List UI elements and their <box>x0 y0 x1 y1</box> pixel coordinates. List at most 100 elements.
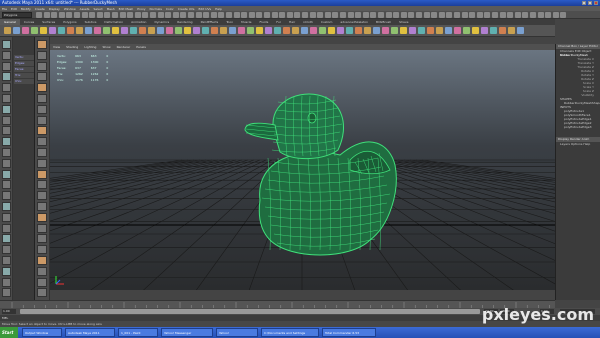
status-tool-icon[interactable] <box>119 12 126 18</box>
status-tool-icon[interactable] <box>438 12 445 18</box>
layout-tool-icon[interactable] <box>37 245 47 255</box>
shelf-tool-icon[interactable] <box>445 27 452 34</box>
status-tool-icon[interactable] <box>241 12 248 18</box>
status-tool-icon[interactable] <box>530 12 536 18</box>
toolbox-tool-icon[interactable] <box>2 234 11 244</box>
shelf-tool-icon[interactable] <box>409 27 416 34</box>
outliner-row[interactable]: Tris: <box>14 73 34 78</box>
shelf-tool-icon[interactable] <box>265 27 272 34</box>
status-tool-icon[interactable] <box>499 12 506 18</box>
layout-tool-icon[interactable] <box>37 83 47 93</box>
status-tool-icon[interactable] <box>96 12 103 18</box>
layer-editor-menu[interactable]: Layers Options Help <box>556 142 600 146</box>
status-tool-icon[interactable] <box>492 12 498 18</box>
taskbar-item[interactable]: Autodesk Maya 2011 <box>65 328 115 337</box>
shelf-tool-icon[interactable] <box>94 27 101 34</box>
shelf-tool-icon[interactable] <box>373 27 380 34</box>
shelf-tool-icon[interactable] <box>328 27 335 34</box>
toolbox-tool-icon[interactable] <box>2 180 11 190</box>
shelf-tool-icon[interactable] <box>499 27 506 34</box>
status-tool-icon[interactable] <box>66 12 73 18</box>
status-tool-icon[interactable] <box>347 12 354 18</box>
status-tool-icon[interactable] <box>507 12 514 18</box>
outliner-row[interactable]: UVs: <box>14 79 34 84</box>
taskbar-item[interactable]: Yahoo! <box>216 328 258 337</box>
shelf-tool-icon[interactable] <box>85 27 92 34</box>
status-tool-icon[interactable] <box>218 12 225 18</box>
layout-tool-icon[interactable] <box>37 256 47 265</box>
shelf-tool-icon[interactable] <box>382 27 389 34</box>
toolbox-tool-icon[interactable] <box>2 256 11 265</box>
status-tool-icon[interactable] <box>454 12 460 18</box>
shelf-tool-icon[interactable] <box>112 27 119 34</box>
status-tool-icon[interactable] <box>309 12 316 18</box>
layout-tool-icon[interactable] <box>37 148 47 157</box>
status-tool-icon[interactable] <box>446 12 453 18</box>
status-tool-icon[interactable] <box>560 12 567 18</box>
taskbar-item[interactable]: Yahoo! Messenger <box>161 328 213 337</box>
layout-tool-icon[interactable] <box>37 202 47 211</box>
shelf-tool-icon[interactable] <box>337 27 344 34</box>
taskbar-item[interactable]: Total Commander 6.53 <box>322 328 376 337</box>
toolbox-tool-icon[interactable] <box>2 223 11 233</box>
shelf-tool-icon[interactable] <box>184 27 191 34</box>
status-tool-icon[interactable] <box>408 12 415 18</box>
status-tool-icon[interactable] <box>286 12 293 18</box>
shelf-tool-icon[interactable] <box>400 27 407 34</box>
viewport-perspective[interactable]: Verts: 663 663 0 Edges: 1300 1300 0 Faces: 637 637… <box>50 50 555 290</box>
toolbox-tool-icon[interactable] <box>2 50 11 60</box>
menu-set-dropdown[interactable]: Polygons <box>2 12 32 18</box>
shelf-tool-icon[interactable] <box>67 27 74 34</box>
shelf-tool-icon[interactable] <box>490 27 497 34</box>
status-tool-icon[interactable] <box>400 12 407 18</box>
toolbox-tool-icon[interactable] <box>2 202 11 211</box>
layout-tool-icon[interactable] <box>37 169 47 179</box>
shelf-tool-icon[interactable] <box>4 27 11 34</box>
status-tool-icon[interactable] <box>264 12 270 18</box>
toolbox-tool-icon[interactable] <box>2 115 11 125</box>
status-tool-icon[interactable] <box>43 12 50 18</box>
status-tool-icon[interactable] <box>172 12 179 18</box>
status-tool-icon[interactable] <box>302 12 308 18</box>
start-time-field[interactable]: 1.00 <box>2 309 16 314</box>
shelf-tool-icon[interactable] <box>121 27 128 34</box>
status-tool-icon[interactable] <box>461 12 468 18</box>
status-tool-icon[interactable] <box>142 12 149 18</box>
toolbox-tool-icon[interactable] <box>2 169 11 179</box>
toolbox-tool-icon[interactable] <box>2 126 11 136</box>
status-tool-icon[interactable] <box>416 12 422 18</box>
shelf-tool-icon[interactable] <box>22 27 29 34</box>
shelf-tool-icon[interactable] <box>274 27 281 34</box>
shelf-tool-icon[interactable] <box>247 27 254 34</box>
shelf-tool-icon[interactable] <box>157 27 164 34</box>
status-tool-icon[interactable] <box>340 12 346 18</box>
layout-tool-icon[interactable] <box>37 40 47 49</box>
layout-tool-icon[interactable] <box>37 137 47 147</box>
status-tool-icon[interactable] <box>431 12 438 18</box>
status-tool-icon[interactable] <box>210 12 217 18</box>
shelf-tool-icon[interactable] <box>508 27 515 34</box>
shelf-tool-icon[interactable] <box>436 27 443 34</box>
toolbox-tool-icon[interactable] <box>2 266 11 276</box>
shelf-tool-icon[interactable] <box>49 27 56 34</box>
status-tool-icon[interactable] <box>294 12 301 18</box>
status-tool-icon[interactable] <box>522 12 529 18</box>
status-tool-icon[interactable] <box>74 12 80 18</box>
shelf-tool-icon[interactable] <box>454 27 461 34</box>
shelf-tool-icon[interactable] <box>301 27 308 34</box>
status-tool-icon[interactable] <box>484 12 491 18</box>
status-tool-icon[interactable] <box>378 12 384 18</box>
toolbox-tool-icon[interactable] <box>2 61 11 71</box>
toolbox-tool-icon[interactable] <box>2 277 11 287</box>
layout-tool-icon[interactable] <box>37 266 47 276</box>
status-tool-icon[interactable] <box>324 12 331 18</box>
status-tool-icon[interactable] <box>233 12 240 18</box>
layout-tool-icon[interactable] <box>37 277 47 287</box>
status-tool-icon[interactable] <box>180 12 187 18</box>
status-tool-icon[interactable] <box>393 12 400 18</box>
layout-tool-icon[interactable] <box>37 115 47 125</box>
shelf-tool-icon[interactable] <box>472 27 479 34</box>
start-button[interactable]: Start <box>0 327 18 338</box>
taskbar-item[interactable]: 1_001 - Paint <box>118 328 158 337</box>
status-tool-icon[interactable] <box>51 12 58 18</box>
